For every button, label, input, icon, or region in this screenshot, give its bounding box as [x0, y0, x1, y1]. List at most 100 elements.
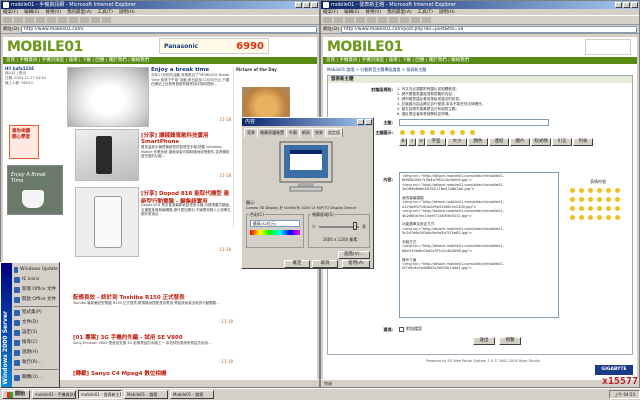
enjoy-banner[interactable]: Enjoy A Break Time — [7, 165, 63, 215]
topic-icon-option[interactable] — [400, 130, 405, 135]
start-menu-item[interactable]: 說明(H) — [14, 348, 58, 358]
taskbar-item[interactable]: Mobile01 - 論壇 — [124, 390, 169, 399]
maximize-button[interactable] — [303, 2, 310, 8]
menu-help[interactable]: 說明(H) — [439, 9, 455, 15]
menu-favorites[interactable]: 我的最愛(A) — [387, 9, 412, 15]
smiley-icon[interactable] — [570, 206, 575, 211]
post-body-textarea[interactable]: <img src="http://attach.mobile01.com/att… — [399, 172, 559, 318]
start-menu-item[interactable]: 執行(R)... — [14, 358, 58, 368]
smiley-icon[interactable] — [597, 206, 602, 211]
topic-icon-option[interactable] — [470, 130, 475, 135]
home-icon[interactable] — [367, 17, 376, 23]
tab-screensaver[interactable]: 螢幕保護裝置 — [257, 128, 287, 137]
menu-edit[interactable]: 編輯(E) — [24, 9, 39, 15]
smiley-icon[interactable] — [579, 215, 584, 220]
history-icon[interactable] — [400, 17, 409, 23]
smiley-icon[interactable] — [588, 197, 593, 202]
search-icon[interactable] — [58, 17, 67, 23]
taskbar-item[interactable]: mobile01 - 手機資訊網 — [32, 390, 77, 399]
topic-icon-option[interactable] — [430, 130, 435, 135]
dopod-ad[interactable] — [585, 39, 631, 55]
menu-file[interactable]: 檔案(F) — [3, 9, 18, 15]
tab-web[interactable]: 網頁 — [299, 128, 313, 137]
smiley-icon[interactable] — [570, 188, 575, 193]
system-tray-clock[interactable]: 上午 04:54 — [609, 390, 640, 399]
start-menu-item[interactable]: 開啟 Office 文件 — [14, 295, 58, 305]
back-icon[interactable] — [323, 17, 332, 23]
topic-icon-option[interactable] — [410, 130, 415, 135]
site-logo[interactable]: MOBILE01 — [7, 39, 83, 55]
search-icon[interactable] — [378, 17, 387, 23]
start-menu-item[interactable]: 關機(U)... — [14, 373, 58, 383]
list-button[interactable]: 列表 — [573, 138, 593, 146]
refresh-icon[interactable] — [36, 17, 45, 23]
left-window-titlebar[interactable]: mobile01 - 手機資訊網 - Microsoft Internet Ex… — [1, 1, 319, 9]
color-select[interactable]: 顏色 — [468, 138, 488, 146]
apply-button[interactable]: 套用(A) — [342, 260, 370, 268]
smiley-icon[interactable] — [606, 215, 611, 220]
image-button[interactable]: 圖片 — [510, 138, 530, 146]
smiley-icon[interactable] — [588, 206, 593, 211]
close-button[interactable] — [311, 2, 318, 8]
minimize-button[interactable] — [295, 2, 302, 8]
ok-button[interactable]: 確定 — [284, 260, 310, 268]
print-icon[interactable] — [102, 17, 111, 23]
breadcrumb[interactable]: Mobile01 論壇 > 行動影音主題專區論壇 > 發表新主題 — [327, 67, 426, 73]
smiley-icon[interactable] — [606, 206, 611, 211]
smiley-icon[interactable] — [570, 197, 575, 202]
menu-tools[interactable]: 工具(T) — [418, 9, 433, 15]
smiley-icon[interactable] — [615, 188, 620, 193]
address-input[interactable]: http://www.mobile01.com/post.php?do=post… — [340, 25, 637, 33]
start-button[interactable]: 開始 — [2, 390, 31, 399]
mail-icon[interactable] — [91, 17, 100, 23]
topic-icon-option[interactable] — [460, 130, 465, 135]
start-menu-item[interactable]: 程式集(P) — [14, 308, 58, 318]
site-logo[interactable]: MOBILE01 — [327, 39, 403, 55]
attach-checkbox[interactable] — [399, 326, 404, 332]
cancel-button[interactable]: 取消 — [312, 260, 338, 268]
smiley-icon[interactable] — [597, 215, 602, 220]
smiley-icon[interactable] — [579, 188, 584, 193]
maximize-button[interactable] — [623, 2, 630, 8]
left-nav-bar[interactable]: 首頁 | 手機資訊 | 手機討論區 | 論壇 | 下載 | 回應 | 關於我們 … — [3, 57, 317, 64]
forward-icon[interactable] — [334, 17, 343, 23]
refresh-icon[interactable] — [356, 17, 365, 23]
forward-icon[interactable] — [14, 17, 23, 23]
smiley-icon[interactable] — [615, 197, 620, 202]
start-menu-item[interactable]: 設定(S) — [14, 328, 58, 338]
smiley-icon[interactable] — [606, 188, 611, 193]
article-1-image[interactable] — [67, 67, 149, 127]
article-title[interactable]: 配備長效 - 終於到 Toshiba R150 正式發表 — [73, 293, 233, 301]
topic-icon-option[interactable] — [440, 130, 445, 135]
favorites-icon[interactable] — [69, 17, 78, 23]
smiley-icon[interactable] — [597, 188, 602, 193]
history-icon[interactable] — [80, 17, 89, 23]
home-icon[interactable] — [47, 17, 56, 23]
taskbar-item[interactable]: mobile01 - 發表新主題 — [78, 390, 123, 399]
menu-edit[interactable]: 編輯(E) — [344, 9, 359, 15]
menu-file[interactable]: 檔案(F) — [323, 9, 338, 15]
article-2-image[interactable] — [75, 129, 139, 181]
topic-icon-option[interactable] — [450, 130, 455, 135]
article-title[interactable]: [分享] Dopod 818 能取代機型 最新型行動電腦 - 鍵盤超實用 — [141, 189, 231, 203]
start-menu-item[interactable]: 新增 Office 文件 — [14, 285, 58, 295]
underline-button[interactable]: U — [417, 138, 425, 146]
smiley-icon[interactable] — [597, 197, 602, 202]
italic-button[interactable]: I — [408, 138, 416, 146]
taskbar-item[interactable]: Mobile01 - 論壇 — [170, 390, 215, 399]
menu-view[interactable]: 檢視(V) — [365, 9, 381, 15]
font-select[interactable]: 字型 — [426, 138, 446, 146]
smiley-icon[interactable] — [570, 215, 575, 220]
help-button[interactable] — [357, 119, 364, 125]
favorites-icon[interactable] — [389, 17, 398, 23]
resolution-slider-thumb[interactable] — [353, 222, 357, 230]
minimize-button[interactable] — [615, 2, 622, 8]
address-input[interactable]: http://www.mobile01.com/ — [20, 25, 317, 33]
back-icon[interactable] — [3, 17, 12, 23]
menu-favorites[interactable]: 我的最愛(A) — [67, 9, 92, 15]
start-menu-item[interactable]: 搜尋(C) — [14, 338, 58, 348]
close-button[interactable] — [631, 2, 638, 8]
subject-input[interactable] — [399, 119, 549, 126]
start-menu-item[interactable]: IE Icons — [14, 275, 58, 285]
dialog-titlebar[interactable]: 內容 — [242, 118, 373, 126]
